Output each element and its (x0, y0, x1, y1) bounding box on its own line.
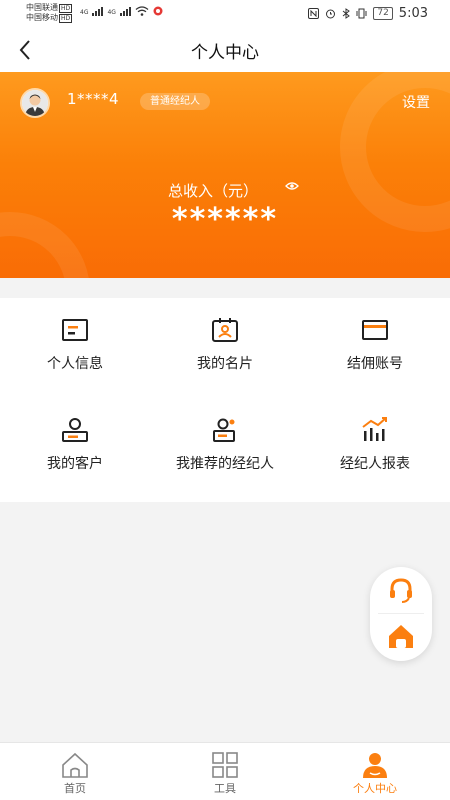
grid-label: 经纪人报表 (340, 456, 410, 472)
username: 1****4 (67, 90, 120, 108)
status-right: 72 5:03 (308, 6, 428, 21)
id-card-icon (62, 319, 88, 341)
network-type: 4G (80, 9, 89, 16)
signal-icons: 4G 4G (80, 6, 163, 16)
eye-icon[interactable] (285, 181, 299, 191)
tab-tools[interactable]: 工具 (150, 743, 300, 800)
signal-icon (119, 7, 131, 16)
status-bar: 中国联通 HD 中国移动 HD 4G 4G 72 5:03 (0, 0, 450, 28)
grid-label: 我推荐的经纪人 (176, 456, 274, 472)
carrier-info: 中国联通 HD 中国移动 HD (26, 3, 73, 23)
profile-header: 1****4 普通经纪人 设置 总收入（元） ****** (0, 72, 450, 278)
settings-button[interactable]: 设置 (402, 92, 430, 112)
grid-label: 结佣账号 (347, 356, 403, 372)
recommend-agent-icon (213, 418, 235, 442)
grid-label: 个人信息 (47, 356, 103, 372)
grid-item-my-card[interactable]: 我的名片 (150, 298, 300, 398)
hd-badge: HD (59, 14, 73, 23)
network-type: 4G (107, 9, 116, 16)
home-icon (62, 752, 88, 778)
nav-bar: 个人中心 (0, 28, 450, 72)
business-card-icon (212, 318, 238, 342)
grid-item-recommended-agents[interactable]: 我推荐的经纪人 (150, 398, 300, 498)
tab-home[interactable]: 首页 (0, 743, 150, 800)
income-label: 总收入（元） (168, 182, 259, 200)
avatar[interactable] (20, 88, 50, 118)
bank-card-icon (362, 320, 388, 340)
floating-action-panel (370, 567, 432, 661)
page-title: 个人中心 (191, 43, 259, 63)
vibrate-icon (356, 8, 367, 19)
bluetooth-icon (343, 8, 351, 19)
role-badge: 普通经纪人 (140, 93, 210, 110)
report-chart-icon (362, 417, 387, 441)
tab-bar: 首页 工具 个人中心 (0, 742, 450, 800)
clock: 5:03 (398, 6, 428, 21)
function-grid: 个人信息 我的名片 结佣账号 我的客户 我推荐的经纪人 经纪人报表 (0, 298, 450, 502)
battery-level: 72 (373, 7, 393, 20)
wifi-icon (135, 6, 149, 16)
nfc-icon (308, 8, 320, 19)
customer-icon (62, 418, 88, 442)
person-icon (363, 753, 387, 778)
grid-item-my-customers[interactable]: 我的客户 (0, 398, 150, 498)
tab-label: 工具 (214, 782, 236, 795)
grid-label: 我的名片 (197, 356, 253, 372)
carrier-1: 中国联通 (26, 3, 58, 12)
income-value: ****** (171, 202, 279, 237)
tab-label: 首页 (64, 782, 86, 795)
avatar-icon (22, 90, 48, 116)
customer-service-icon[interactable] (385, 575, 417, 607)
divider (378, 613, 424, 614)
notification-icon (153, 6, 163, 16)
grid-item-personal-info[interactable]: 个人信息 (0, 298, 150, 398)
home-shortcut-icon[interactable] (385, 620, 417, 652)
tab-label: 个人中心 (353, 782, 397, 795)
carrier-2: 中国移动 (26, 13, 58, 22)
hd-badge: HD (59, 4, 73, 13)
grid-label: 我的客户 (47, 456, 103, 472)
grid-item-commission-account[interactable]: 结佣账号 (300, 298, 450, 398)
grid-item-agent-report[interactable]: 经纪人报表 (300, 398, 450, 498)
alarm-icon (326, 9, 336, 19)
tab-profile[interactable]: 个人中心 (300, 743, 450, 800)
signal-icon (92, 7, 104, 16)
grid-tools-icon (212, 752, 238, 778)
